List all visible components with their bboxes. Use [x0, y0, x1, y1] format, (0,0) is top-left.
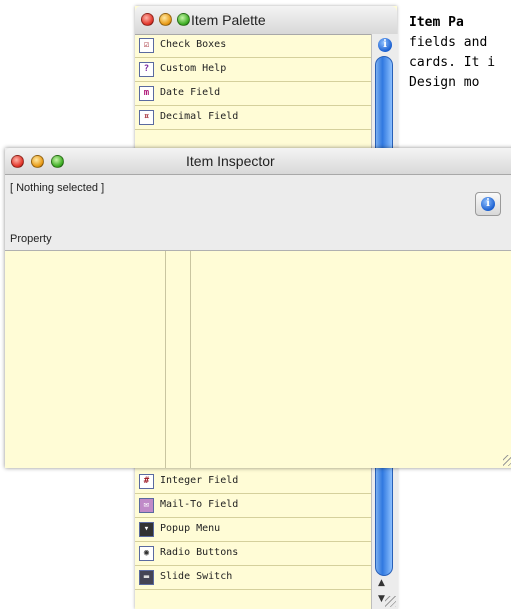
- palette-item-label: Mail-To Field: [160, 499, 239, 510]
- close-button[interactable]: [141, 13, 154, 26]
- mail-icon: ✉: [139, 498, 154, 513]
- decimal-icon: ¤: [139, 110, 154, 125]
- info-icon: i: [481, 197, 495, 211]
- radio-icon: ◉: [139, 546, 154, 561]
- palette-item-label: Decimal Field: [160, 111, 239, 122]
- checkbox-icon: ☑: [139, 38, 154, 53]
- item-inspector-window: Item Inspector [ Nothing selected ] i Pr…: [5, 148, 511, 468]
- help-text: Item Pa fields and cards. It i Design mo: [409, 13, 511, 93]
- palette-item-list: ☑ Check Boxes ? Custom Help m Date Field…: [135, 34, 371, 130]
- minimize-button[interactable]: [31, 155, 44, 168]
- palette-item-date-field[interactable]: m Date Field: [135, 82, 371, 106]
- inspector-info-button[interactable]: i: [475, 192, 501, 216]
- help-line: Design mo: [409, 75, 480, 90]
- palette-item-label: Slide Switch: [160, 571, 233, 582]
- palette-item-mail-to-field[interactable]: ✉ Mail-To Field: [135, 494, 371, 518]
- scroll-down-arrow-icon[interactable]: ▼: [378, 594, 385, 604]
- scroll-up-arrow-icon[interactable]: ▲: [378, 578, 385, 588]
- inspector-titlebar[interactable]: Item Inspector: [5, 148, 511, 175]
- resize-grip-icon[interactable]: [385, 596, 396, 607]
- palette-item-integer-field[interactable]: # Integer Field: [135, 470, 371, 494]
- resize-grip-icon[interactable]: [503, 455, 511, 466]
- switch-icon: ▬: [139, 570, 154, 585]
- info-icon[interactable]: i: [378, 38, 392, 52]
- palette-item-label: Radio Buttons: [160, 547, 239, 558]
- zoom-button[interactable]: [177, 13, 190, 26]
- property-table[interactable]: [5, 250, 511, 468]
- selection-status: [ Nothing selected ]: [10, 182, 105, 194]
- palette-item-decimal-field[interactable]: ¤ Decimal Field: [135, 106, 371, 130]
- popup-icon: ▾: [139, 522, 154, 537]
- property-column-header: Property: [10, 233, 52, 245]
- palette-item-label: Integer Field: [160, 475, 239, 486]
- help-line: fields and: [409, 35, 488, 50]
- help-heading: Item Pa: [409, 15, 464, 30]
- inspector-title: Item Inspector: [186, 153, 275, 169]
- palette-item-popup-menu[interactable]: ▾ Popup Menu: [135, 518, 371, 542]
- help-line: cards. It i: [409, 55, 496, 70]
- palette-item-label: Date Field: [160, 87, 221, 98]
- date-icon: m: [139, 86, 154, 101]
- integer-icon: #: [139, 474, 154, 489]
- palette-item-label: Custom Help: [160, 63, 227, 74]
- palette-item-custom-help[interactable]: ? Custom Help: [135, 58, 371, 82]
- palette-item-check-boxes[interactable]: ☑ Check Boxes: [135, 34, 371, 58]
- palette-titlebar[interactable]: Item Palette: [135, 6, 397, 35]
- palette-item-slide-switch[interactable]: ▬ Slide Switch: [135, 566, 371, 590]
- palette-item-radio-buttons[interactable]: ◉ Radio Buttons: [135, 542, 371, 566]
- palette-item-label: Popup Menu: [160, 523, 221, 534]
- palette-title: Item Palette: [191, 12, 266, 28]
- help-icon: ?: [139, 62, 154, 77]
- close-button[interactable]: [11, 155, 24, 168]
- column-divider: [165, 251, 166, 468]
- palette-item-list-lower: # Integer Field ✉ Mail-To Field ▾ Popup …: [135, 470, 371, 590]
- palette-item-label: Check Boxes: [160, 39, 227, 50]
- minimize-button[interactable]: [159, 13, 172, 26]
- zoom-button[interactable]: [51, 155, 64, 168]
- column-divider: [190, 251, 191, 468]
